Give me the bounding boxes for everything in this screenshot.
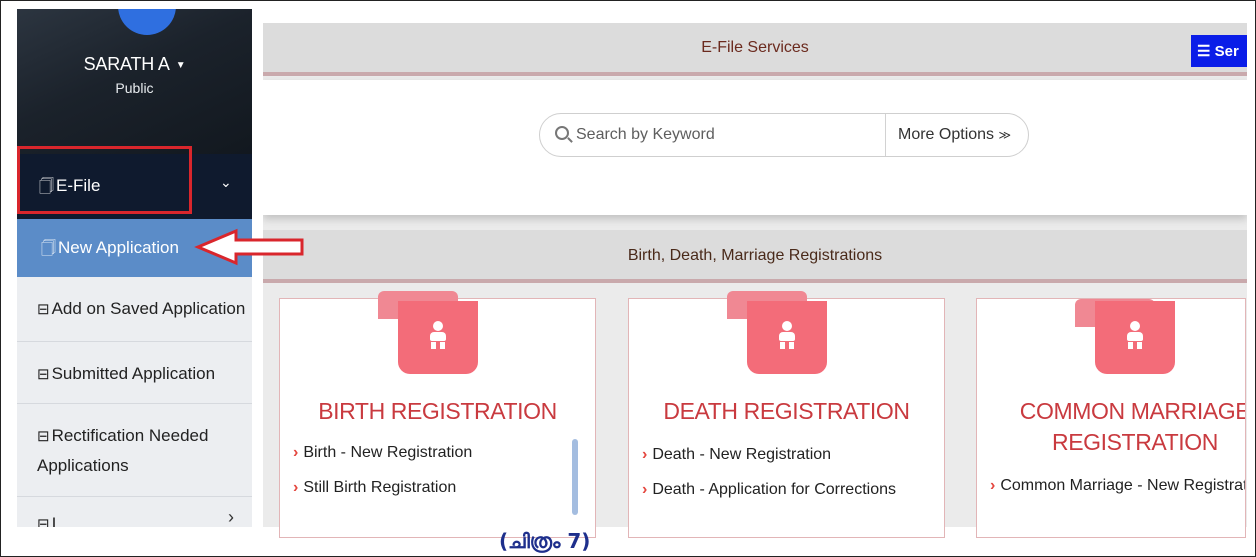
sidebar-item-label: Applications	[37, 456, 129, 475]
card-death-registration[interactable]: DEATH REGISTRATION › Death - New Registra…	[628, 291, 945, 538]
card-badge	[747, 301, 827, 374]
sidebar-item-add-on-saved-application[interactable]: ⊟ Add on Saved Application	[17, 277, 252, 342]
card-link-label: Death - Application for Corrections	[652, 481, 896, 498]
caret-down-icon: ▼	[175, 59, 186, 71]
baby-icon	[428, 321, 448, 351]
services-header: E-File Services ☰ Ser	[263, 23, 1247, 76]
sidebar-item-submitted-application[interactable]: ⊟ Submitted Application	[17, 342, 252, 404]
arrow-left-icon	[194, 228, 304, 266]
baby-icon	[777, 321, 797, 351]
sidebar-item-label: New Application	[58, 238, 179, 257]
briefcase-icon: ⊟	[37, 428, 50, 445]
services-button[interactable]: ☰ Ser	[1191, 35, 1247, 67]
chevron-down-icon: ⌄	[220, 174, 232, 190]
card-title: DEATH REGISTRATION	[663, 398, 910, 424]
search-panel: More Options ≫	[263, 80, 1247, 215]
card-link-label: Still Birth Registration	[303, 479, 457, 496]
sidebar-item-label: Add on Saved Application	[51, 299, 246, 318]
link-common-marriage-new[interactable]: › Common Marriage - New Registrati	[990, 477, 1246, 495]
briefcase-icon: ⊟	[37, 366, 50, 383]
chevron-right-icon: ›	[642, 481, 648, 498]
highlight-box	[17, 146, 192, 214]
user-role: Public	[115, 80, 154, 96]
chevron-right-icon: ›	[228, 507, 234, 527]
card-title: BIRTH REGISTRATION	[318, 398, 557, 424]
card-birth-registration[interactable]: BIRTH REGISTRATION › Birth - New Registra…	[279, 291, 596, 538]
sidebar-item-label: Submitted Application	[51, 364, 216, 383]
card-common-marriage-registration[interactable]: COMMON MARRIAGE REGISTRATION › Common Mar…	[976, 298, 1246, 538]
card-link-label: Common Marriage - New Registrati	[1000, 477, 1246, 494]
more-options-button[interactable]: More Options ≫	[898, 126, 1011, 144]
screenshot-frame: SARATH A ▼ Public 🗍 E-File ⌄ 🗍 New Applicat…	[0, 0, 1256, 557]
user-name: SARATH A	[83, 54, 170, 74]
chevron-right-icon: ›	[293, 444, 299, 461]
section-header: Birth, Death, Marriage Registrations	[263, 230, 1247, 283]
card-badge	[398, 301, 478, 374]
baby-icon	[1125, 321, 1145, 351]
figure-caption: (ചിത്രം 7)	[499, 529, 591, 553]
chevron-right-icon: ›	[642, 446, 648, 463]
link-death-corrections[interactable]: › Death - Application for Corrections	[642, 481, 896, 499]
sidebar: SARATH A ▼ Public 🗍 E-File ⌄ 🗍 New Applicat…	[17, 9, 252, 527]
list-icon: ☰	[1197, 43, 1211, 60]
briefcase-icon: ⊟	[37, 301, 50, 318]
section-title: Birth, Death, Marriage Registrations	[627, 247, 883, 264]
card-title-line2: REGISTRATION	[1051, 429, 1218, 455]
more-options-label: More Options	[898, 126, 995, 143]
file-icon: 🗍	[41, 240, 56, 257]
sidebar-item-label: Rectification Needed	[51, 426, 209, 445]
card-link-label: Death - New Registration	[652, 446, 832, 463]
sidebar-item-rectification-needed[interactable]: ⊟ Rectification Needed Applications	[17, 404, 252, 497]
briefcase-icon: ⊟	[37, 516, 50, 527]
chevron-right-icon: ›	[990, 477, 996, 494]
card-badge	[1095, 301, 1175, 374]
sidebar-item-partial[interactable]: ⊟ I ›	[17, 497, 252, 527]
search-input[interactable]	[576, 114, 876, 156]
search-icon	[555, 126, 569, 140]
link-death-new-registration[interactable]: › Death - New Registration	[642, 446, 831, 464]
link-birth-new-registration[interactable]: › Birth - New Registration	[293, 444, 472, 462]
services-button-label: Ser	[1214, 43, 1239, 60]
chevron-right-icon: ›	[293, 479, 299, 496]
user-profile: SARATH A ▼ Public	[17, 9, 252, 154]
card-link-label: Birth - New Registration	[303, 444, 473, 461]
link-still-birth-registration[interactable]: › Still Birth Registration	[293, 479, 456, 497]
page-title: E-File Services	[701, 39, 809, 56]
card-title-line1: COMMON MARRIAGE	[1019, 398, 1246, 424]
search-bar: More Options ≫	[539, 113, 1029, 157]
double-chevron-down-icon: ≫	[998, 128, 1012, 142]
sidebar-item-label: I	[51, 514, 57, 527]
user-menu[interactable]: SARATH A ▼	[17, 54, 252, 75]
card-scrollbar[interactable]	[572, 439, 578, 515]
search-divider	[885, 114, 886, 156]
